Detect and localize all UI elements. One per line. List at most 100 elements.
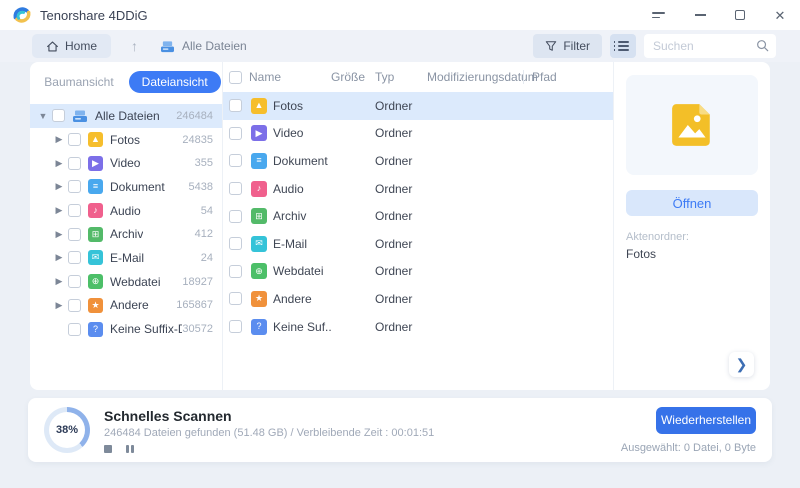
checkbox[interactable] xyxy=(229,210,242,223)
checkbox[interactable] xyxy=(68,251,81,264)
checkbox[interactable] xyxy=(68,157,81,170)
table-row-keine-suffix[interactable]: ? Keine Suf... Ordner xyxy=(223,313,613,341)
caret-right-icon[interactable]: ▶ xyxy=(54,134,64,145)
checkbox[interactable] xyxy=(229,182,242,195)
table-row-fotos[interactable]: ▲ Fotos Ordner xyxy=(223,92,613,120)
checkbox[interactable] xyxy=(68,228,81,241)
tree-item-dokument[interactable]: ▶ ≡ Dokument 5438 xyxy=(30,175,222,199)
tree-item-audio[interactable]: ▶ ♪ Audio 54 xyxy=(30,199,222,223)
email-file-icon: ✉ xyxy=(88,250,103,265)
table-row-webdatei[interactable]: ⊕ Webdatei Ordner xyxy=(223,258,613,286)
expand-panel-button[interactable]: ❯ xyxy=(729,352,754,377)
caret-down-icon[interactable]: ▼ xyxy=(38,111,48,121)
search-icon[interactable] xyxy=(756,39,769,52)
scan-percent: 38% xyxy=(49,412,85,448)
tree-item-label: Keine Suffix-Datei xyxy=(110,322,182,336)
pause-scan-icon[interactable] xyxy=(126,445,134,453)
checkbox[interactable] xyxy=(68,299,81,312)
home-button[interactable]: Home xyxy=(32,34,111,58)
maximize-icon[interactable] xyxy=(732,7,748,23)
table-row-email[interactable]: ✉ E-Mail Ordner xyxy=(223,230,613,258)
unknown-file-icon: ? xyxy=(88,322,103,337)
checkbox[interactable] xyxy=(52,109,65,122)
caret-right-icon[interactable]: ▶ xyxy=(54,181,64,192)
col-modified[interactable]: Modifizierungsdatum xyxy=(427,70,523,84)
checkbox[interactable] xyxy=(229,127,242,140)
col-size[interactable]: Größe xyxy=(331,70,375,84)
content-area: Baumansicht Dateiansicht ▼ Alle Dateien … xyxy=(30,62,770,390)
caret-right-icon[interactable]: ▶ xyxy=(54,276,64,287)
tree-item-label: Andere xyxy=(110,298,149,312)
archive-file-icon: ⊞ xyxy=(251,208,267,224)
checkbox[interactable] xyxy=(68,323,81,336)
table-row-audio[interactable]: ♪ Audio Ordner xyxy=(223,175,613,203)
tree-item-keine-suffix[interactable]: ? Keine Suffix-Datei 30572 xyxy=(30,317,222,341)
chevron-right-icon: ❯ xyxy=(736,356,748,373)
checkbox[interactable] xyxy=(68,204,81,217)
row-name: Andere xyxy=(273,292,331,306)
row-type: Ordner xyxy=(375,292,427,306)
open-button[interactable]: Öffnen xyxy=(626,190,758,216)
checkbox[interactable] xyxy=(68,133,81,146)
col-type[interactable]: Typ xyxy=(375,70,427,84)
table-row-archiv[interactable]: ⊞ Archiv Ordner xyxy=(223,202,613,230)
tree-item-video[interactable]: ▶ ▶ Video 355 xyxy=(30,151,222,175)
scan-title: Schnelles Scannen xyxy=(104,408,434,424)
home-icon xyxy=(46,40,59,53)
caret-right-icon[interactable]: ▶ xyxy=(54,229,64,240)
tab-file-view[interactable]: Dateiansicht xyxy=(129,71,221,93)
checkbox[interactable] xyxy=(229,237,242,250)
stop-scan-icon[interactable] xyxy=(104,445,112,453)
close-icon[interactable]: ✕ xyxy=(772,7,788,23)
checkbox[interactable] xyxy=(68,180,81,193)
tree-item-email[interactable]: ▶ ✉ E-Mail 24 xyxy=(30,246,222,270)
file-table: Name Größe Typ Modifizierungsdatum Pfad … xyxy=(222,62,614,390)
table-row-video[interactable]: ▶ Video Ordner xyxy=(223,120,613,148)
row-name: Keine Suf... xyxy=(273,320,331,334)
audio-file-icon: ♪ xyxy=(88,203,103,218)
tree-item-fotos[interactable]: ▶ ▲ Fotos 24835 xyxy=(30,128,222,152)
row-type: Ordner xyxy=(375,99,427,113)
tree-item-alle-dateien[interactable]: ▼ Alle Dateien 246484 xyxy=(30,104,222,128)
tree-item-label: Webdatei xyxy=(110,275,160,289)
caret-right-icon[interactable]: ▶ xyxy=(54,158,64,169)
row-type: Ordner xyxy=(375,126,427,140)
scan-progress-ring: 38% xyxy=(44,407,90,453)
toolbar: Home ↑ Alle Dateien Filter xyxy=(0,30,800,62)
document-file-icon: ≡ xyxy=(88,179,103,194)
checkbox[interactable] xyxy=(229,320,242,333)
checkbox[interactable] xyxy=(229,99,242,112)
up-arrow-icon[interactable]: ↑ xyxy=(131,38,138,54)
scan-status-bar: 38% Schnelles Scannen 246484 Dateien gef… xyxy=(28,398,772,462)
tree-item-andere[interactable]: ▶ ★ Andere 165867 xyxy=(30,294,222,318)
checkbox[interactable] xyxy=(229,154,242,167)
drive-icon xyxy=(72,108,88,124)
caret-right-icon[interactable]: ▶ xyxy=(54,300,64,311)
app-logo-icon xyxy=(12,5,32,25)
minimize-icon[interactable] xyxy=(692,7,708,23)
caret-right-icon[interactable]: ▶ xyxy=(54,252,64,263)
checkbox[interactable] xyxy=(229,292,242,305)
list-view-button[interactable] xyxy=(610,34,636,58)
col-name[interactable]: Name xyxy=(249,70,331,84)
table-row-dokument[interactable]: ≡ Dokument Ordner xyxy=(223,147,613,175)
checkbox[interactable] xyxy=(229,265,242,278)
caret-right-icon[interactable]: ▶ xyxy=(54,205,64,216)
filter-button[interactable]: Filter xyxy=(533,34,602,58)
audio-file-icon: ♪ xyxy=(251,181,267,197)
recover-button[interactable]: Wiederherstellen xyxy=(656,407,756,434)
tab-tree-view[interactable]: Baumansicht xyxy=(31,71,126,93)
breadcrumb[interactable]: Alle Dateien xyxy=(160,39,247,53)
menu-icon[interactable] xyxy=(652,7,668,23)
row-type: Ordner xyxy=(375,320,427,334)
table-row-andere[interactable]: ★ Andere Ordner xyxy=(223,285,613,313)
tree-item-webdatei[interactable]: ▶ ⊕ Webdatei 18927 xyxy=(30,270,222,294)
view-tabs: Baumansicht Dateiansicht xyxy=(30,71,222,93)
preview-panel: Öffnen Aktenordner: Fotos ❯ xyxy=(614,62,770,390)
select-all-checkbox[interactable] xyxy=(229,71,242,84)
checkbox[interactable] xyxy=(68,275,81,288)
tree-item-archiv[interactable]: ▶ ⊞ Archiv 412 xyxy=(30,222,222,246)
col-path[interactable]: Pfad xyxy=(523,70,613,84)
tree-item-label: Archiv xyxy=(110,227,143,241)
other-file-icon: ★ xyxy=(88,298,103,313)
